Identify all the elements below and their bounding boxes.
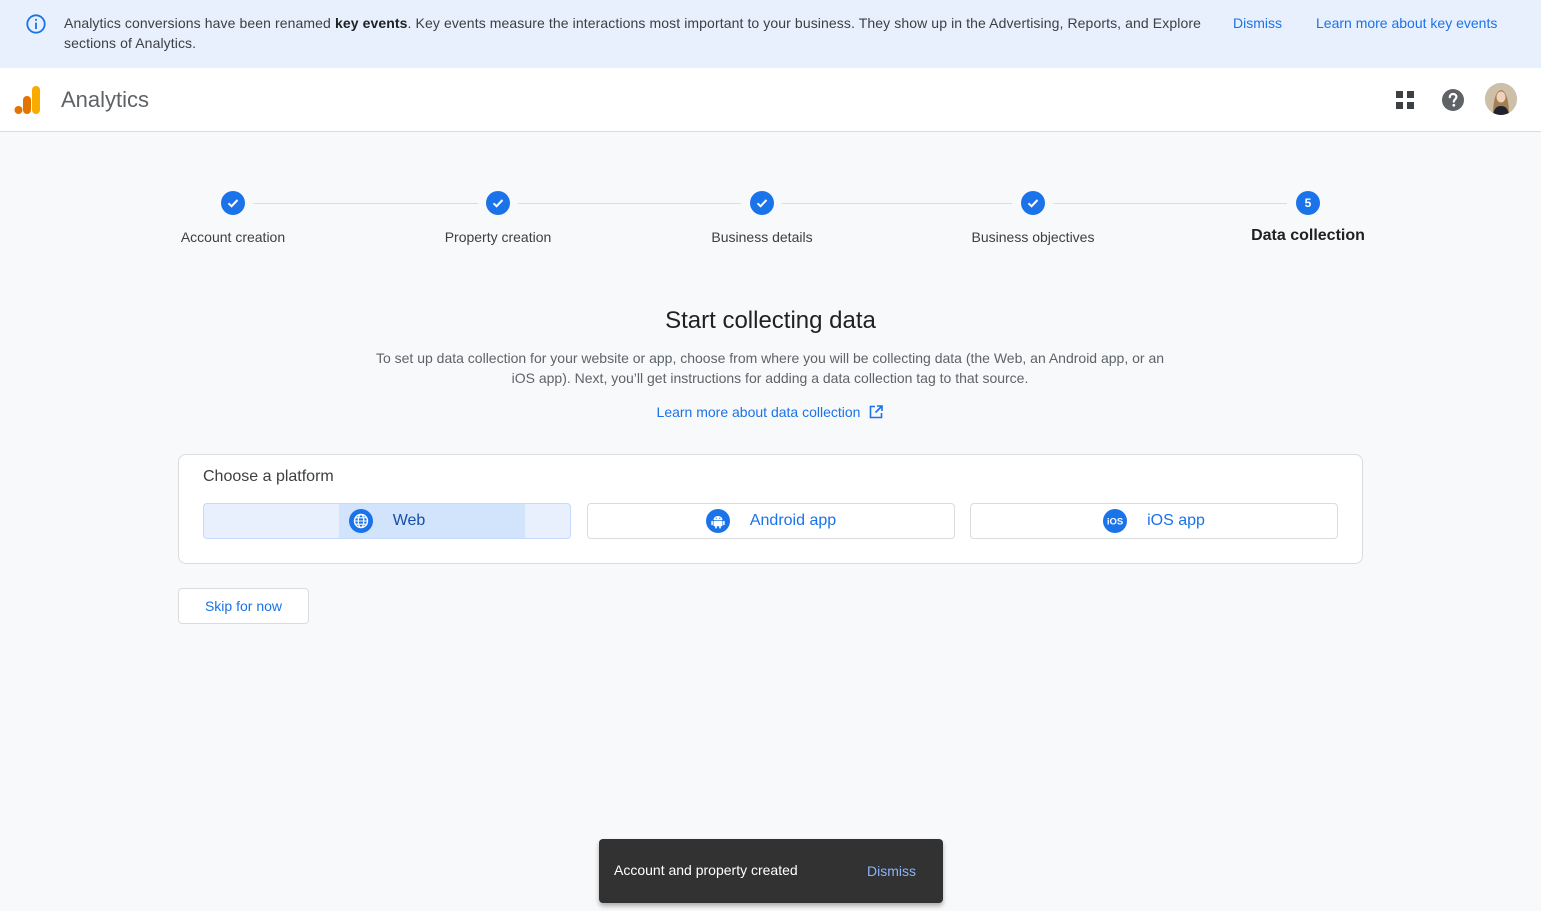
android-icon	[705, 509, 730, 533]
check-icon	[221, 191, 245, 215]
svg-text:iOS: iOS	[1107, 517, 1123, 528]
platform-android-button[interactable]: Android app	[587, 503, 955, 539]
learn-more-key-events-link[interactable]: Learn more about key events	[1316, 15, 1497, 31]
platform-label: Android app	[749, 512, 837, 529]
check-icon	[486, 191, 510, 215]
avatar[interactable]	[1485, 83, 1517, 115]
step-number: 5	[1296, 191, 1320, 215]
step-label: Business details	[711, 229, 813, 245]
check-icon	[1021, 191, 1045, 215]
snackbar-message: Account and property created	[614, 862, 798, 878]
help-icon[interactable]	[1441, 88, 1465, 112]
page-description: To set up data collection for your websi…	[375, 350, 1165, 386]
banner-dismiss-button[interactable]: Dismiss	[1233, 15, 1282, 31]
step-data-collection: 5 Data collection	[1208, 191, 1408, 245]
platform-ios-button[interactable]: iOS iOS app	[970, 503, 1338, 539]
platform-label: iOS app	[1147, 512, 1205, 529]
learn-more-data-collection: Learn more about data collection	[0, 404, 1541, 420]
open-in-new-icon	[870, 405, 884, 419]
check-icon	[750, 191, 774, 215]
notification-banner: Analytics conversions have been renamed …	[0, 0, 1541, 68]
page-title: Start collecting data	[665, 307, 876, 334]
apps-grid-icon[interactable]	[1393, 88, 1417, 112]
learn-more-data-collection-link[interactable]: Learn more about data collection	[657, 404, 885, 420]
ios-icon: iOS	[1103, 509, 1128, 533]
step-label: Data collection	[1251, 227, 1365, 244]
analytics-logo-icon[interactable]	[14, 84, 42, 116]
platform-web-button[interactable]: Web	[203, 503, 571, 539]
step-property-creation: Property creation	[398, 191, 598, 245]
step-label: Account creation	[180, 229, 286, 245]
card-title: Choose a platform	[203, 468, 334, 485]
step-account-creation: Account creation	[133, 191, 333, 245]
skip-for-now-button[interactable]: Skip for now	[178, 588, 309, 624]
app-title[interactable]: Analytics	[61, 87, 149, 113]
snackbar: Account and property created Dismiss	[599, 839, 943, 903]
step-label: Business objectives	[971, 229, 1095, 245]
step-label: Property creation	[444, 229, 552, 245]
step-business-details: Business details	[662, 191, 862, 245]
choose-platform-card: Choose a platform Web Android app iOS iO…	[178, 454, 1363, 564]
step-business-objectives: Business objectives	[933, 191, 1133, 245]
platform-label: Web	[392, 512, 426, 529]
globe-icon	[348, 509, 373, 533]
banner-message: Analytics conversions have been renamed …	[64, 15, 1201, 51]
app-header: Analytics	[0, 68, 1541, 132]
info-icon	[26, 14, 46, 34]
snackbar-dismiss-button[interactable]: Dismiss	[867, 863, 916, 879]
